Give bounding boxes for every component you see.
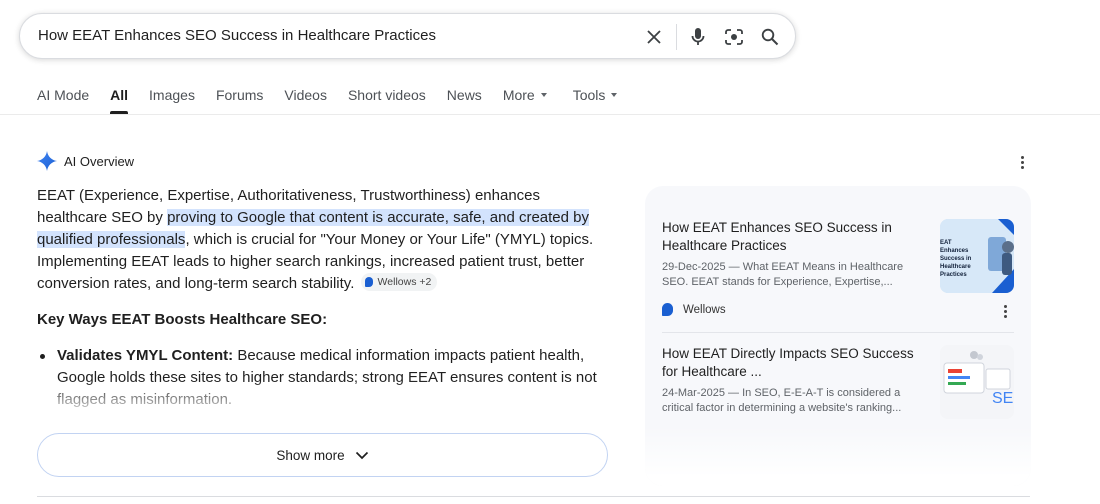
caret-down-icon — [611, 93, 618, 97]
search-input[interactable]: How EEAT Enhances SEO Success in Healthc… — [38, 27, 436, 44]
show-more-label: Show more — [276, 447, 345, 463]
tabs-divider — [0, 114, 1100, 115]
tab-label: Short videos — [347, 87, 426, 103]
ai-overview-header: AI Overview — [37, 151, 134, 171]
source-thumbnail[interactable]: EAT Enhances Success in Healthcare Pract… — [940, 219, 1014, 293]
source-site[interactable]: Wellows — [662, 303, 726, 316]
sources-panel: How EEAT Enhances SEO Success in Healthc… — [645, 186, 1031, 486]
chevron-down-icon — [355, 451, 368, 459]
microphone-icon[interactable] — [687, 26, 709, 48]
tab-label: More — [502, 87, 535, 103]
thumbnail-caption: EAT Enhances Success in Healthcare Pract… — [940, 240, 972, 278]
tab-label: All — [110, 87, 129, 103]
tab-label: AI Mode — [37, 87, 90, 103]
search-icon[interactable] — [759, 26, 781, 48]
ai-overview-text: EEAT (Experience, Expertise, Authoritati… — [37, 185, 607, 295]
source-chip-label: Wellows +2 — [377, 276, 432, 288]
panel-fade — [645, 426, 1031, 486]
source-card[interactable]: How EEAT Enhances SEO Success in Healthc… — [662, 219, 1014, 293]
source-thumbnail[interactable]: SE — [940, 345, 1014, 419]
search-divider — [676, 24, 677, 50]
ai-overview-title: AI Overview — [64, 153, 135, 169]
source-snippet: 24-Mar-2025 — In SEO, E-E-A-T is conside… — [662, 387, 902, 414]
source-site-name: Wellows — [683, 303, 726, 316]
tab-label: Images — [149, 87, 195, 103]
tab-all[interactable]: All — [110, 87, 129, 114]
tab-news[interactable]: News — [447, 87, 482, 103]
caret-down-icon — [540, 93, 547, 97]
tab-more[interactable]: More — [503, 87, 547, 103]
source-title[interactable]: How EEAT Directly Impacts SEO Success fo… — [662, 345, 924, 381]
lens-icon[interactable] — [723, 26, 745, 48]
section-divider — [37, 496, 1030, 497]
tab-tools[interactable]: Tools — [573, 87, 618, 103]
tab-forums[interactable]: Forums — [216, 87, 263, 103]
search-bar[interactable]: How EEAT Enhances SEO Success in Healthc… — [19, 13, 796, 59]
sparkle-icon — [37, 151, 57, 171]
more-options-icon[interactable] — [1003, 305, 1007, 318]
svg-text:SE: SE — [992, 390, 1013, 407]
close-icon[interactable] — [643, 26, 665, 48]
tab-label: Videos — [284, 87, 327, 103]
wellows-icon — [662, 303, 673, 316]
tab-images[interactable]: Images — [149, 87, 195, 103]
tab-label: Tools — [572, 87, 606, 103]
source-chip[interactable]: Wellows +2 — [360, 273, 438, 291]
card-divider — [662, 332, 1014, 333]
search-tabs: AI Mode All Images Forums Videos Short v… — [37, 87, 638, 114]
wellows-icon — [364, 277, 373, 287]
tab-label: Forums — [215, 87, 264, 103]
show-more-button[interactable]: Show more — [37, 433, 608, 477]
tab-videos[interactable]: Videos — [284, 87, 327, 103]
bullet-heading: Validates YMYL Content: — [57, 347, 234, 364]
section-heading: Key Ways EEAT Boosts Healthcare SEO: — [37, 311, 328, 328]
source-title[interactable]: How EEAT Enhances SEO Success in Healthc… — [662, 219, 924, 255]
tab-short-videos[interactable]: Short videos — [348, 87, 426, 103]
more-options-icon[interactable] — [1020, 156, 1024, 169]
tab-label: News — [446, 87, 482, 103]
tab-ai-mode[interactable]: AI Mode — [37, 87, 89, 103]
content-fade — [20, 380, 620, 440]
source-snippet: 29-Dec-2025 — What EEAT Means in Healthc… — [662, 261, 904, 288]
source-card[interactable]: How EEAT Directly Impacts SEO Success fo… — [662, 345, 1014, 419]
